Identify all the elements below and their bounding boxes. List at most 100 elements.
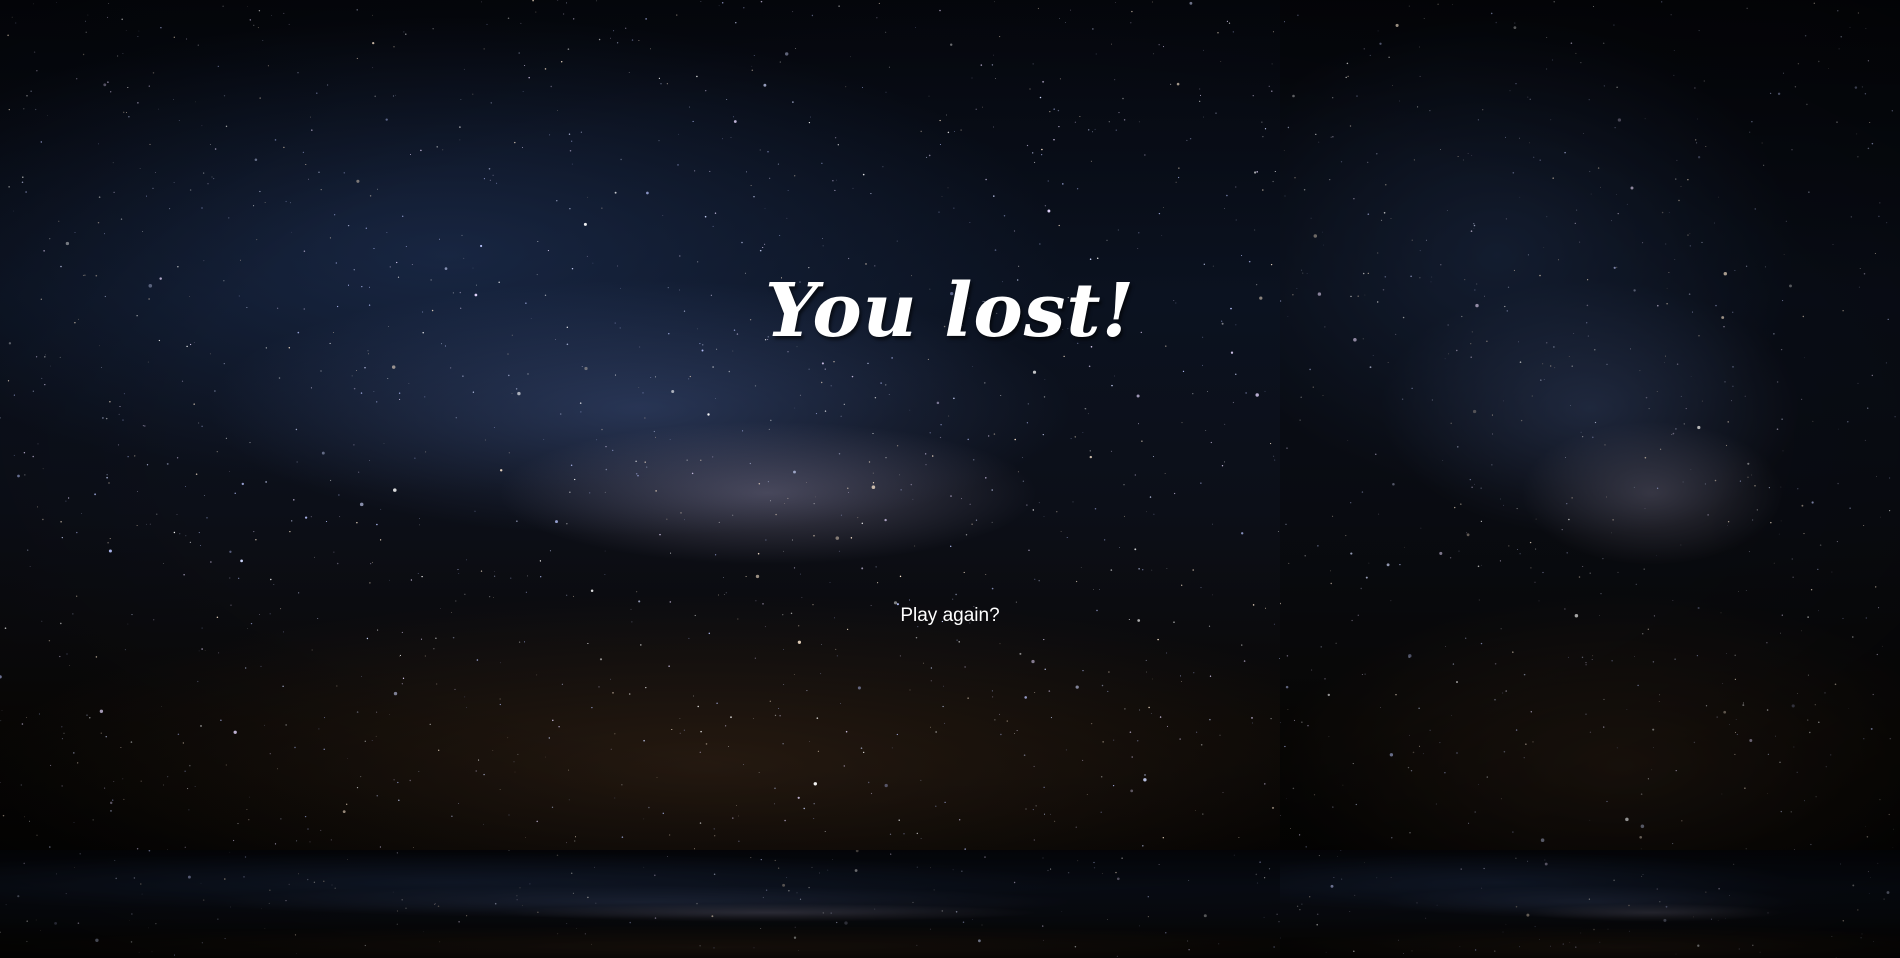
star — [149, 523, 151, 525]
star — [294, 934, 297, 936]
star — [122, 52, 124, 54]
star — [1029, 88, 1031, 90]
star — [1681, 819, 1683, 822]
star — [890, 853, 892, 855]
star — [792, 11, 794, 13]
star — [230, 906, 232, 908]
star — [1592, 655, 1594, 657]
star — [1390, 877, 1392, 879]
star — [1128, 619, 1130, 620]
star — [1270, 263, 1273, 266]
star — [1512, 172, 1515, 174]
star — [1865, 28, 1867, 30]
star — [24, 474, 26, 476]
star — [628, 693, 631, 695]
star — [129, 920, 130, 922]
star — [1059, 78, 1061, 80]
star — [207, 183, 209, 185]
star — [43, 250, 45, 252]
star — [1870, 877, 1871, 879]
star — [929, 432, 931, 434]
star — [1689, 233, 1691, 235]
star — [741, 241, 743, 244]
star — [1546, 37, 1548, 39]
star — [524, 641, 525, 643]
star — [765, 539, 767, 541]
star — [1744, 395, 1746, 397]
star — [311, 129, 313, 131]
star — [1411, 950, 1413, 952]
star — [343, 172, 345, 174]
star — [282, 685, 284, 687]
star — [1878, 215, 1880, 218]
star — [1411, 239, 1413, 241]
star — [1606, 363, 1608, 366]
star — [1332, 806, 1334, 808]
star — [35, 108, 37, 111]
star — [172, 99, 174, 100]
star — [452, 636, 455, 639]
star — [575, 928, 577, 929]
star — [669, 438, 671, 440]
star — [643, 818, 645, 820]
star — [1033, 839, 1035, 841]
star — [1435, 803, 1437, 805]
play-again-button[interactable]: Play again? — [850, 598, 1050, 634]
star — [656, 777, 658, 778]
star — [1180, 675, 1181, 677]
star — [1807, 719, 1809, 721]
star — [270, 578, 272, 581]
star — [1593, 6, 1594, 7]
star — [1782, 72, 1785, 74]
star — [569, 208, 571, 210]
star — [1782, 450, 1784, 452]
star — [376, 795, 378, 797]
star — [1579, 241, 1581, 243]
star — [816, 717, 819, 719]
star — [1347, 75, 1349, 78]
star — [11, 16, 13, 18]
star — [1096, 609, 1098, 612]
star — [1693, 741, 1696, 744]
star — [429, 723, 431, 725]
star — [494, 571, 495, 572]
star — [1643, 568, 1645, 570]
star — [539, 560, 542, 562]
star — [1734, 654, 1736, 657]
star — [364, 366, 366, 369]
star — [500, 662, 501, 664]
star — [898, 819, 900, 821]
star — [827, 869, 829, 871]
star — [1270, 443, 1272, 445]
star — [1697, 118, 1699, 120]
star — [725, 592, 727, 594]
star — [691, 472, 694, 475]
star — [829, 582, 831, 583]
star — [1724, 381, 1726, 383]
star — [108, 549, 112, 553]
star — [1375, 453, 1377, 455]
star — [746, 171, 747, 173]
star — [1014, 733, 1015, 734]
star — [244, 856, 247, 858]
star — [1187, 940, 1189, 942]
star — [941, 196, 943, 197]
star — [1574, 613, 1579, 618]
star — [753, 55, 755, 56]
star — [1158, 864, 1160, 865]
star — [179, 533, 181, 535]
star — [1110, 450, 1113, 452]
star — [38, 713, 40, 715]
star — [310, 387, 312, 389]
star — [1694, 87, 1696, 89]
star — [808, 122, 811, 124]
star — [0, 782, 1, 784]
star — [230, 604, 232, 606]
star — [694, 170, 696, 172]
star — [1505, 690, 1507, 692]
star — [66, 653, 68, 655]
star — [679, 732, 681, 734]
game-over-title: You lost! — [764, 268, 1136, 354]
star — [1592, 436, 1594, 439]
star — [1376, 877, 1378, 879]
